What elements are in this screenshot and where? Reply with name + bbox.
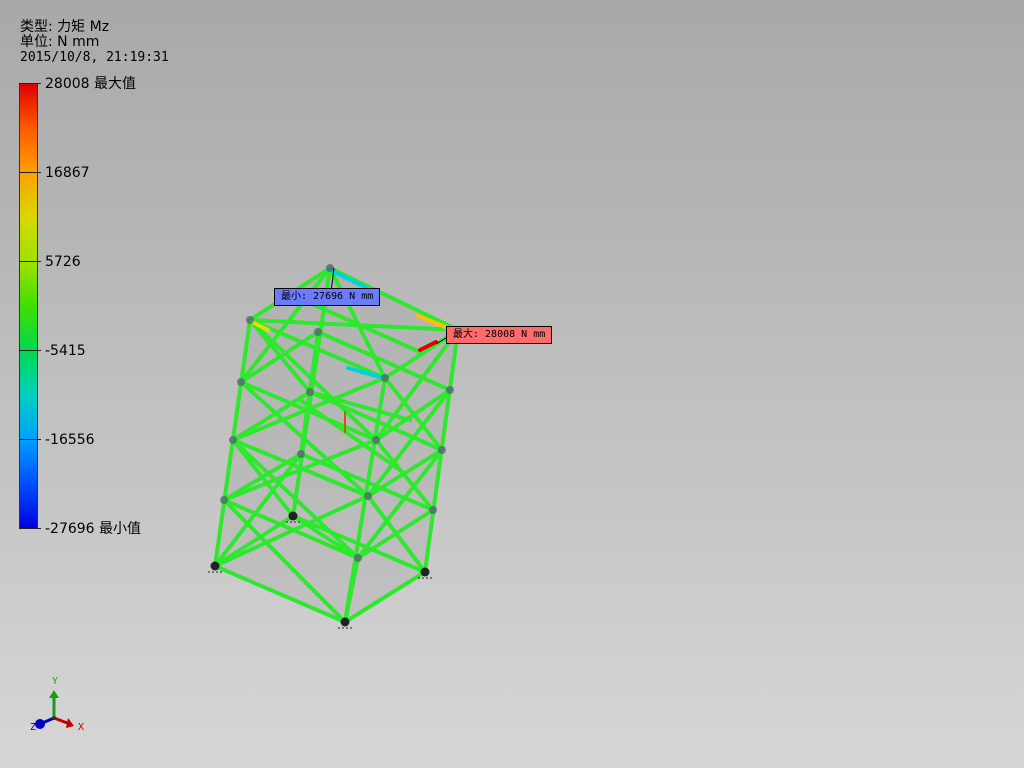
axis-z-label: Z	[30, 722, 37, 733]
axis-y-label: Y	[52, 676, 59, 687]
axis-x-label: X	[78, 722, 85, 733]
orientation-triad: Y X Z	[24, 676, 94, 740]
min-value-tag[interactable]: 最小: 27696 N mm	[274, 288, 381, 306]
max-value-tag[interactable]: 最大: 28008 N mm	[446, 326, 553, 344]
model-viewport[interactable]	[0, 0, 1024, 768]
